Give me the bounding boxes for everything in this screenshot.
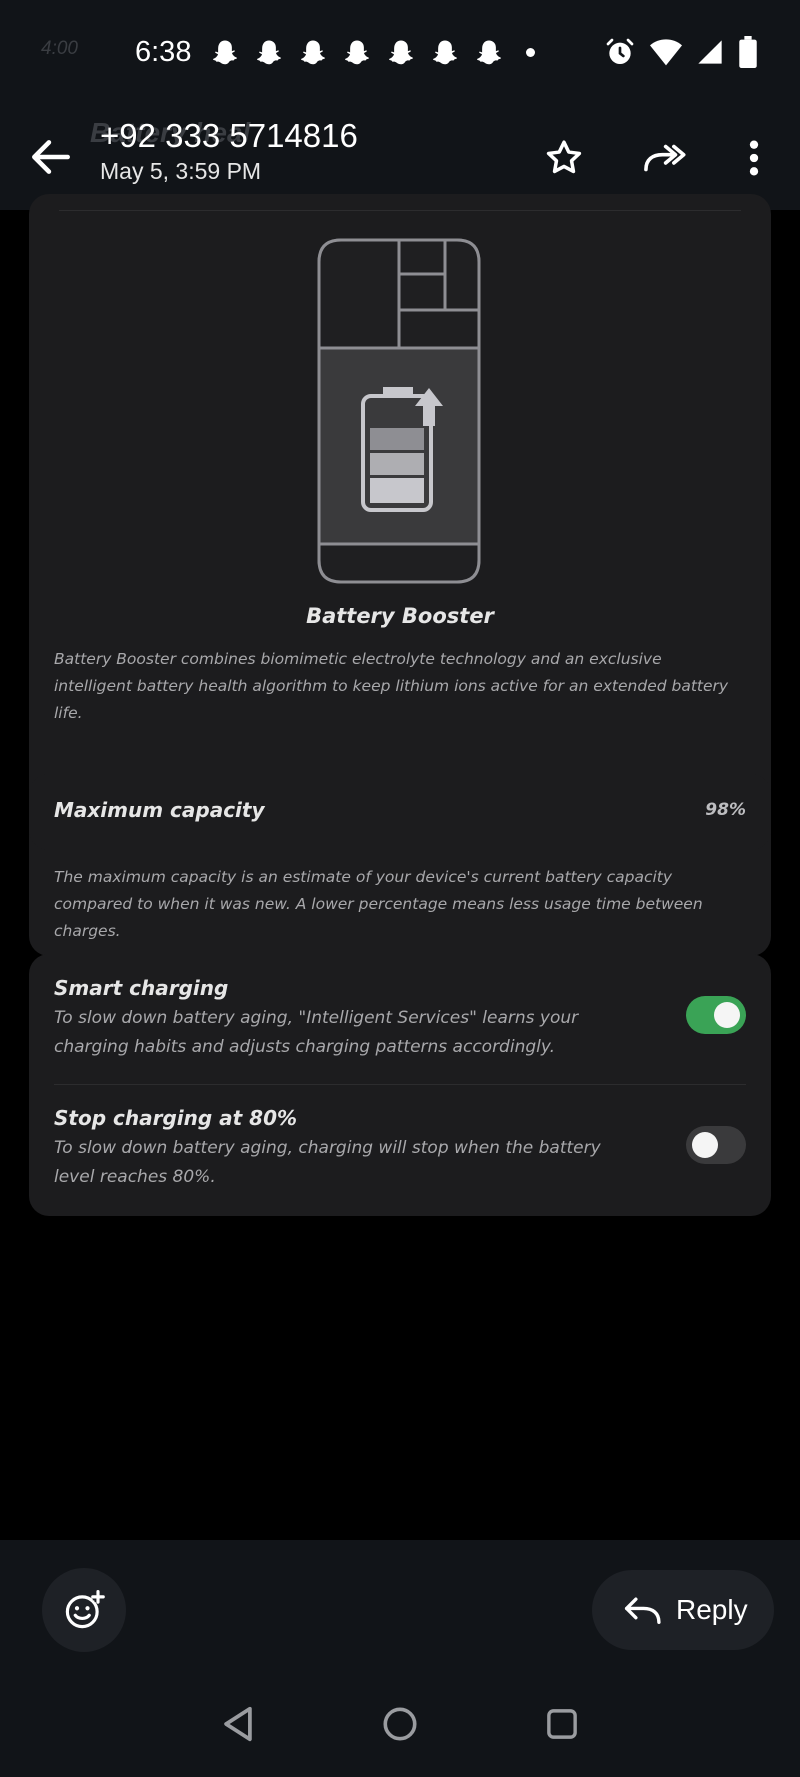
smart-charging-title: Smart charging (54, 976, 229, 1000)
charging-options-card: Smart charging To slow down battery agin… (29, 954, 771, 1216)
alarm-icon (606, 38, 634, 64)
nav-home-button[interactable] (380, 1704, 420, 1744)
nav-recents-button[interactable] (542, 1704, 582, 1744)
battery-booster-title: Battery Booster (306, 604, 494, 628)
status-bar: 4:00 6:38 (0, 0, 800, 105)
snapchat-icon (345, 40, 369, 65)
arrow-back-icon (32, 140, 70, 174)
stop-charging-80-toggle (686, 1126, 746, 1164)
smart-charging-description: To slow down battery aging, "Intelligent… (54, 1008, 579, 1057)
maximum-capacity-label: Maximum capacity (54, 798, 265, 822)
divider (59, 210, 741, 211)
recents-square-icon (547, 1709, 577, 1739)
system-icons (604, 36, 758, 68)
add-reaction-button[interactable] (42, 1568, 126, 1652)
forward-button[interactable] (638, 132, 690, 184)
message-date: May 5, 3:59 PM (100, 158, 262, 184)
sender-name: +92 333 5714816 (100, 117, 358, 154)
reply-button[interactable]: Reply (592, 1570, 774, 1650)
notification-icons (210, 38, 504, 68)
toggle-knob (714, 1002, 740, 1028)
back-button[interactable] (26, 132, 76, 182)
star-button[interactable] (538, 132, 590, 184)
snapchat-icon (257, 40, 281, 65)
battery-booster-description: Battery Booster combines biomimetic elec… (54, 650, 729, 722)
snapchat-icon (389, 40, 413, 65)
battery-icon (739, 36, 757, 68)
reply-label: Reply (676, 1594, 748, 1625)
bottom-action-bar: Reply (0, 1540, 800, 1777)
status-time: 6:38 (135, 36, 192, 68)
stop-charging-80-description: To slow down battery aging, charging wil… (54, 1138, 601, 1187)
snapchat-icon (301, 40, 325, 65)
add-reaction-icon (65, 1590, 105, 1629)
snapchat-icon (477, 40, 501, 65)
maximum-capacity-row: Maximum capacity 98% (29, 774, 771, 850)
reply-icon (624, 1597, 661, 1624)
more-options-button[interactable] (728, 132, 780, 184)
smart-charging-toggle (686, 996, 746, 1034)
star-icon (546, 140, 582, 174)
signal-icon (698, 40, 722, 64)
ghost-time: 4:00 (41, 38, 78, 59)
back-triangle-icon (224, 1706, 252, 1742)
maximum-capacity-value: 98% (705, 800, 746, 820)
snapchat-icon (213, 40, 237, 65)
message-attachment-screenshot[interactable]: Battery Booster Battery Booster combines… (0, 194, 800, 1540)
snapchat-icon (433, 40, 457, 65)
notification-dot (526, 48, 535, 57)
wifi-icon (650, 39, 682, 66)
nav-back-button[interactable] (218, 1704, 258, 1744)
maximum-capacity-note: The maximum capacity is an estimate of y… (54, 868, 703, 940)
battery-booster-illustration-icon (317, 238, 481, 584)
forward-icon (644, 144, 686, 172)
stop-charging-80-title: Stop charging at 80% (54, 1106, 298, 1130)
more-vert-icon (749, 140, 759, 176)
toggle-knob (692, 1132, 718, 1158)
divider (54, 1084, 746, 1085)
home-circle-icon (383, 1707, 417, 1741)
